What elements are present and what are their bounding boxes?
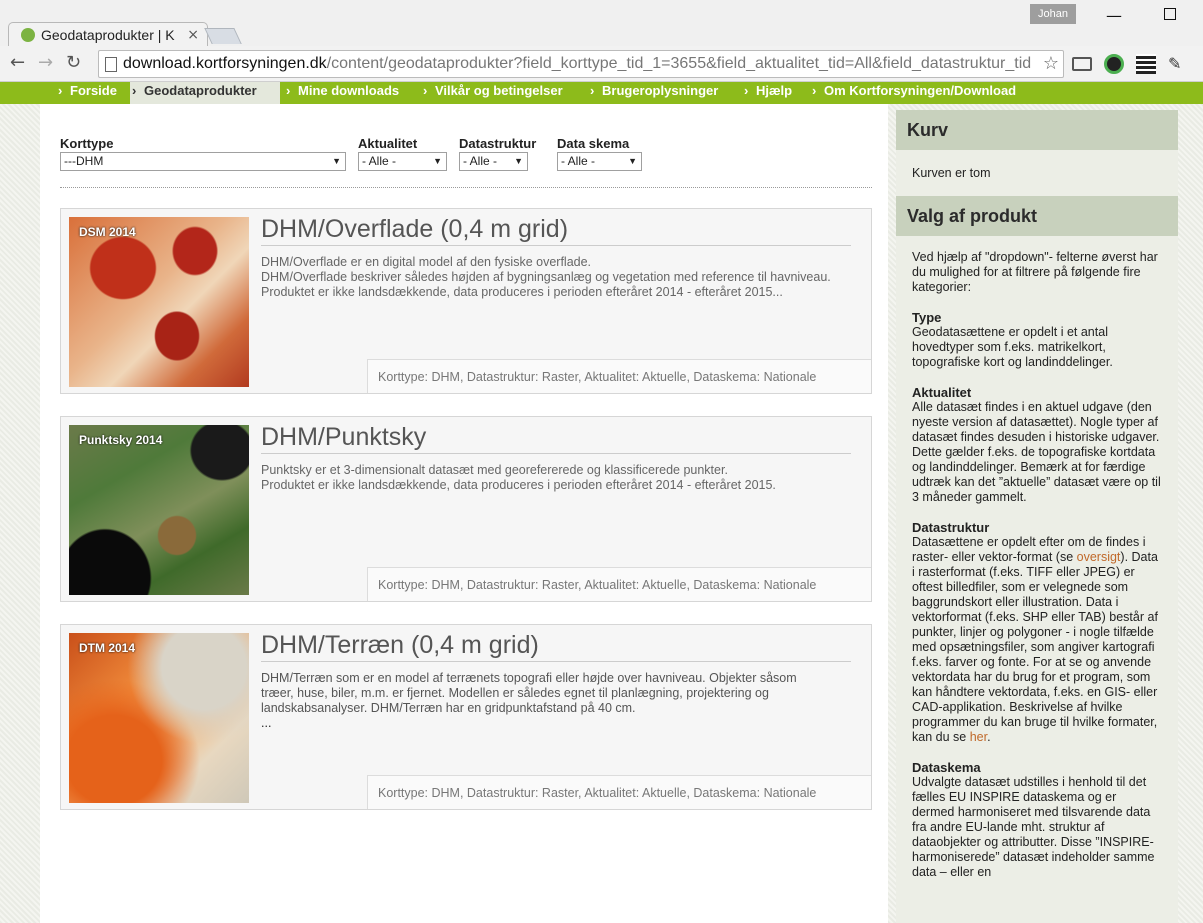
product-thumbnail[interactable]: Punktsky 2014 (69, 425, 249, 595)
cart-heading: Kurv (896, 110, 1178, 150)
aktualitet-label: Aktualitet (358, 136, 418, 151)
tab-close-icon[interactable]: × (187, 27, 199, 43)
product-meta: Korttype: DHM, Datastruktur: Raster, Akt… (367, 359, 871, 393)
new-tab-button[interactable] (204, 28, 242, 44)
product-meta: Korttype: DHM, Datastruktur: Raster, Akt… (367, 567, 871, 601)
product-description: DHM/Overflade er en digital model af den… (261, 255, 831, 299)
filter-divider (60, 187, 872, 188)
color-extension-icon[interactable] (1104, 54, 1124, 74)
datastruktur-select[interactable]: - Alle - ▼ (459, 152, 528, 171)
browser-tab[interactable]: Geodataprodukter | K × (8, 22, 208, 48)
nav-item-vilkaar[interactable]: Vilkår og betingelser (421, 82, 563, 104)
product-thumbnail[interactable]: DSM 2014 (69, 217, 249, 387)
product-description: Punktsky er et 3-dimensionalt datasæt me… (261, 463, 776, 492)
product-thumbnail[interactable]: DTM 2014 (69, 633, 249, 803)
product-card: DSM 2014 DHM/Overflade (0,4 m grid) DHM/… (60, 208, 872, 394)
aktualitet-select[interactable]: - Alle - ▼ (358, 152, 447, 171)
maximize-icon[interactable] (1164, 8, 1176, 20)
korttype-label: Korttype (60, 136, 114, 151)
browser-titlebar: Geodataprodukter | K × Johan — (0, 0, 1203, 48)
chevron-down-icon: ▼ (433, 156, 442, 166)
filter-bar: Korttype ---DHM ▼ Aktualitet - Alle - ▼ Da… (60, 136, 872, 188)
url-text: download.kortforsyningen.dk/content/geod… (123, 55, 1032, 72)
help-text: Ved hjælp af "dropdown"- felterne øverst… (912, 250, 1161, 879)
cart-status: Kurven er tom (912, 166, 991, 180)
chevron-down-icon: ▼ (628, 156, 637, 166)
title-rule (261, 245, 851, 246)
nav-item-mine-downloads[interactable]: Mine downloads (284, 82, 399, 104)
page-icon (105, 57, 117, 72)
datastruktur-label: Datastruktur (459, 136, 537, 151)
nav-item-brugeroplysninger[interactable]: Brugeroplysninger (588, 82, 718, 104)
dataskema-select[interactable]: - Alle - ▼ (557, 152, 642, 171)
chevron-down-icon: ▼ (332, 156, 341, 166)
back-icon[interactable]: ← (10, 52, 25, 73)
nav-item-geodataprodukter[interactable]: Geodataprodukter (130, 82, 280, 104)
reload-icon[interactable]: ↻ (66, 52, 81, 73)
minimize-icon[interactable]: — (1106, 6, 1122, 25)
eyedropper-icon[interactable]: ✎ (1168, 54, 1188, 74)
profile-badge[interactable]: Johan (1030, 4, 1076, 24)
her-link[interactable]: her (970, 730, 987, 744)
title-rule (261, 661, 851, 662)
cast-icon[interactable] (1072, 57, 1092, 71)
product-card: Punktsky 2014 DHM/Punktsky Punktsky er e… (60, 416, 872, 602)
help-heading: Valg af produkt (896, 196, 1178, 236)
film-extension-icon[interactable] (1136, 54, 1156, 74)
sidebar: Kurv Kurven er tom Valg af produkt Ved h… (896, 110, 1178, 923)
product-title[interactable]: DHM/Punktsky (261, 423, 426, 452)
title-rule (261, 453, 851, 454)
oversigt-link[interactable]: oversigt (1077, 550, 1121, 564)
tab-title: Geodataprodukter | K (41, 27, 175, 43)
product-description: DHM/Terræn som er en model af terrænets … (261, 671, 797, 730)
bookmark-star-icon[interactable]: ☆ (1043, 53, 1059, 74)
nav-item-forside[interactable]: Forside (56, 82, 117, 104)
main-navigation: Forside Geodataprodukter Mine downloads … (0, 82, 1203, 104)
product-meta: Korttype: DHM, Datastruktur: Raster, Akt… (367, 775, 871, 809)
product-title[interactable]: DHM/Terræn (0,4 m grid) (261, 631, 539, 660)
nav-item-om[interactable]: Om Kortforsyningen/Download (810, 82, 1016, 104)
forward-icon[interactable]: → (38, 52, 53, 73)
product-card: DTM 2014 DHM/Terræn (0,4 m grid) DHM/Ter… (60, 624, 872, 810)
chevron-down-icon: ▼ (514, 156, 523, 166)
dataskema-label: Data skema (557, 136, 630, 151)
site-favicon-icon (21, 28, 35, 42)
address-bar[interactable]: download.kortforsyningen.dk/content/geod… (98, 50, 1064, 78)
korttype-select[interactable]: ---DHM ▼ (60, 152, 346, 171)
nav-item-hjaelp[interactable]: Hjælp (742, 82, 792, 104)
product-title[interactable]: DHM/Overflade (0,4 m grid) (261, 215, 568, 244)
